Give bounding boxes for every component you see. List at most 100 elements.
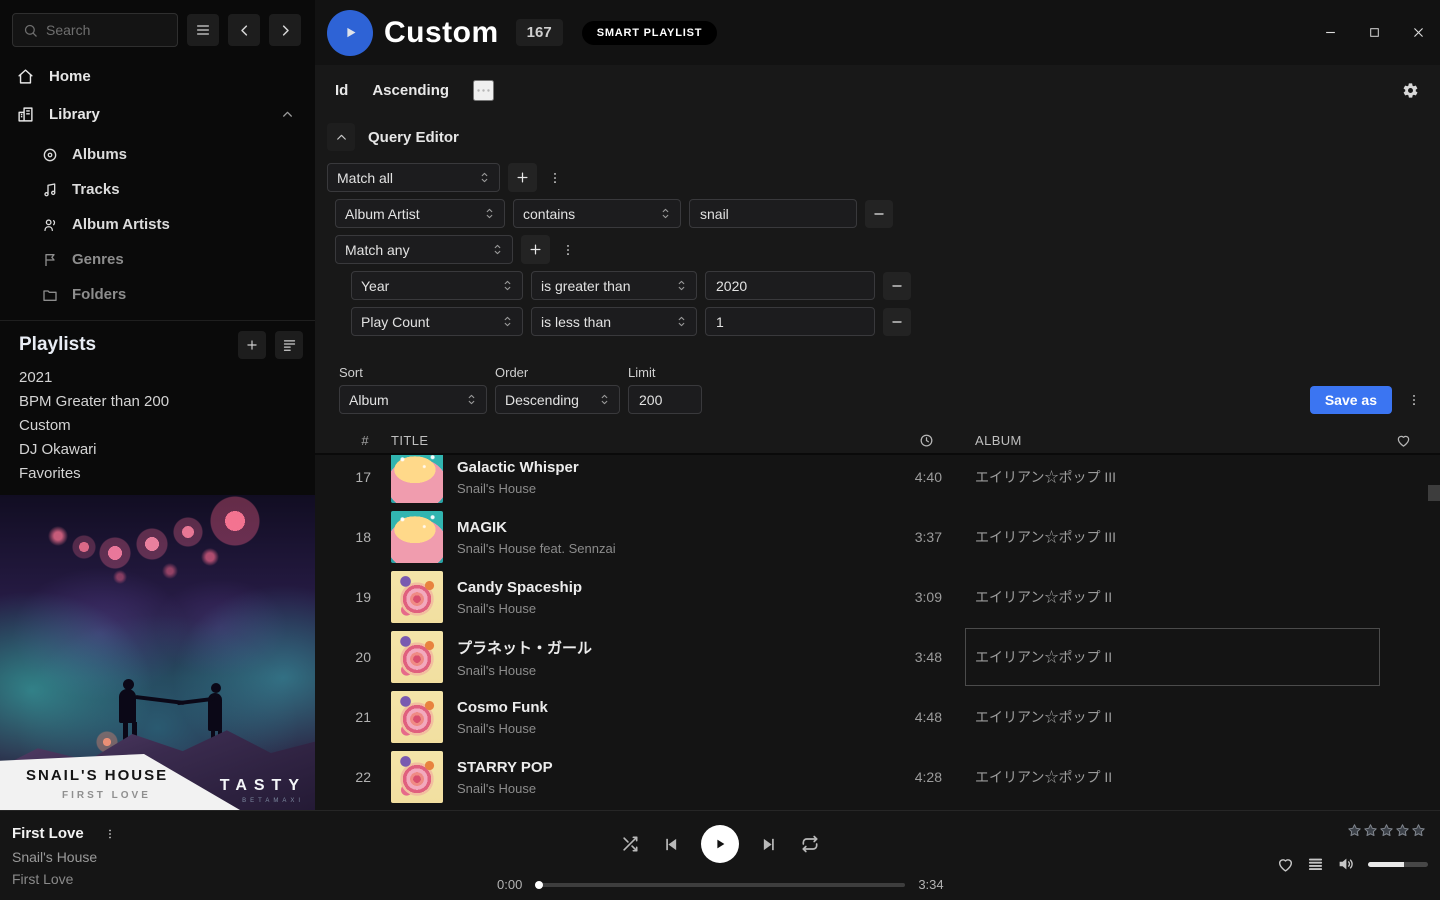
save-as-button[interactable]: Save as	[1310, 386, 1392, 414]
track-album: エイリアン☆ポップ III	[942, 455, 1394, 507]
playlist-item[interactable]: Custom	[0, 414, 315, 438]
playlist-list-button[interactable]	[275, 331, 303, 359]
column-header-index[interactable]: #	[315, 433, 391, 448]
volume-icon[interactable]	[1337, 855, 1355, 873]
volume-slider[interactable]	[1368, 862, 1428, 867]
rule-value-input[interactable]	[705, 307, 875, 336]
sidebar-item-library[interactable]: Library	[0, 95, 315, 133]
track-title: Galactic Whisper	[457, 459, 579, 476]
remove-rule-button[interactable]	[883, 308, 911, 336]
search-box[interactable]	[12, 13, 178, 47]
favorite-heart-icon[interactable]	[1394, 433, 1440, 448]
flag-icon	[42, 252, 58, 268]
collapse-query-button[interactable]	[327, 123, 355, 151]
forward-button[interactable]	[269, 14, 301, 46]
smart-playlist-badge: SMART PLAYLIST	[582, 21, 718, 45]
track-row[interactable]: 17 Galactic Whisper Snail's House 4:40 エ…	[315, 455, 1440, 507]
sidebar-item-genres[interactable]: Genres	[42, 242, 315, 277]
column-header-album[interactable]: ALBUM	[942, 433, 1394, 448]
rule-operator-select[interactable]: is greater than	[531, 271, 697, 300]
favorite-heart-icon[interactable]	[1277, 856, 1294, 873]
result-order-select[interactable]: Descending	[495, 385, 620, 414]
playlists-title: Playlists	[19, 334, 229, 356]
sidebar-item-label: Home	[49, 68, 91, 85]
sidebar-item-folders[interactable]: Folders	[42, 277, 315, 312]
previous-button[interactable]	[662, 836, 679, 853]
next-button[interactable]	[761, 836, 778, 853]
rule-field-select[interactable]: Album Artist	[335, 199, 505, 228]
elapsed-time: 0:00	[497, 877, 522, 892]
star-icon[interactable]	[1363, 823, 1378, 838]
search-input[interactable]	[46, 22, 167, 38]
sort-field-button[interactable]: Id	[335, 82, 348, 99]
back-button[interactable]	[228, 14, 260, 46]
result-sort-select[interactable]: Album	[339, 385, 487, 414]
select-chevrons-icon	[599, 393, 610, 406]
playlist-item[interactable]: DJ Okawari	[0, 438, 315, 462]
window-controls	[1323, 0, 1426, 65]
playlist-item[interactable]: Favorites	[0, 462, 315, 486]
chevron-up-icon[interactable]	[281, 108, 294, 121]
queue-icon[interactable]	[1307, 856, 1324, 873]
rule-value-input[interactable]	[689, 199, 857, 228]
disc-icon	[42, 147, 58, 163]
minus-icon	[890, 279, 904, 293]
settings-gear-icon[interactable]	[1402, 82, 1419, 99]
more-options-icon[interactable]	[473, 80, 494, 101]
repeat-button[interactable]	[800, 834, 820, 854]
star-icon[interactable]	[1395, 823, 1410, 838]
play-icon	[713, 837, 727, 851]
rule-operator-select[interactable]: contains	[513, 199, 681, 228]
sidebar-item-albums[interactable]: Albums	[42, 137, 315, 172]
play-pause-button[interactable]	[701, 825, 739, 863]
save-group: Save as	[1310, 386, 1424, 414]
track-row[interactable]: 18 MAGIK Snail's House feat. Sennzai 3:3…	[315, 507, 1440, 567]
column-header-title[interactable]: TITLE	[391, 433, 846, 448]
close-button[interactable]	[1411, 25, 1426, 40]
limit-input[interactable]	[628, 385, 702, 414]
track-row[interactable]: 20 プラネット・ガール Snail's House 3:48 エイリアン☆ポッ…	[315, 627, 1440, 687]
group-match-type-select[interactable]: Match any	[335, 235, 513, 264]
star-icon[interactable]	[1379, 823, 1394, 838]
star-icon[interactable]	[1411, 823, 1426, 838]
play-playlist-button[interactable]	[327, 10, 373, 56]
seek-knob[interactable]	[535, 881, 543, 889]
menu-button[interactable]	[187, 14, 219, 46]
add-rule-button[interactable]	[508, 163, 537, 192]
minimize-button[interactable]	[1323, 25, 1338, 40]
folder-icon	[42, 287, 58, 303]
rule-menu-icon[interactable]	[545, 170, 565, 186]
seek-bar[interactable]	[535, 883, 905, 887]
sidebar-item-home[interactable]: Home	[0, 57, 315, 95]
list-toolbar: Id Ascending	[315, 65, 1440, 115]
duration-clock-icon[interactable]	[919, 433, 942, 448]
track-row[interactable]: 19 Candy Spaceship Snail's House 3:09 エイ…	[315, 567, 1440, 627]
playlist-item[interactable]: BPM Greater than 200	[0, 390, 315, 414]
save-menu-icon[interactable]	[1404, 392, 1424, 408]
sidebar: Home Library Albums Tracks Album Artists	[0, 0, 315, 810]
rule-value-input[interactable]	[705, 271, 875, 300]
rule-field-select[interactable]: Play Count	[351, 307, 523, 336]
sidebar-item-tracks[interactable]: Tracks	[42, 172, 315, 207]
player-right-controls	[1277, 855, 1428, 873]
minus-icon	[890, 315, 904, 329]
rule-operator-select[interactable]: is less than	[531, 307, 697, 336]
track-album: エイリアン☆ポップ III	[942, 507, 1394, 567]
add-playlist-button[interactable]	[238, 331, 266, 359]
match-type-select[interactable]: Match all	[327, 163, 500, 192]
track-row[interactable]: 21 Cosmo Funk Snail's House 4:48 エイリアン☆ポ…	[315, 687, 1440, 747]
rule-field-select[interactable]: Year	[351, 271, 523, 300]
remove-rule-button[interactable]	[883, 272, 911, 300]
track-row[interactable]: 22 STARRY POP Snail's House 4:28 エイリアン☆ポ…	[315, 747, 1440, 807]
star-icon[interactable]	[1347, 823, 1362, 838]
sidebar-item-album-artists[interactable]: Album Artists	[42, 207, 315, 242]
track-album-focused-cell[interactable]: エイリアン☆ポップ II	[942, 627, 1394, 687]
scrollbar-thumb[interactable]	[1428, 485, 1440, 501]
shuffle-button[interactable]	[620, 834, 640, 854]
group-menu-icon[interactable]	[558, 242, 578, 258]
sort-direction-button[interactable]: Ascending	[372, 82, 449, 99]
maximize-button[interactable]	[1368, 26, 1381, 39]
playlist-item[interactable]: 2021	[0, 366, 315, 390]
add-group-rule-button[interactable]	[521, 235, 550, 264]
remove-rule-button[interactable]	[865, 200, 893, 228]
